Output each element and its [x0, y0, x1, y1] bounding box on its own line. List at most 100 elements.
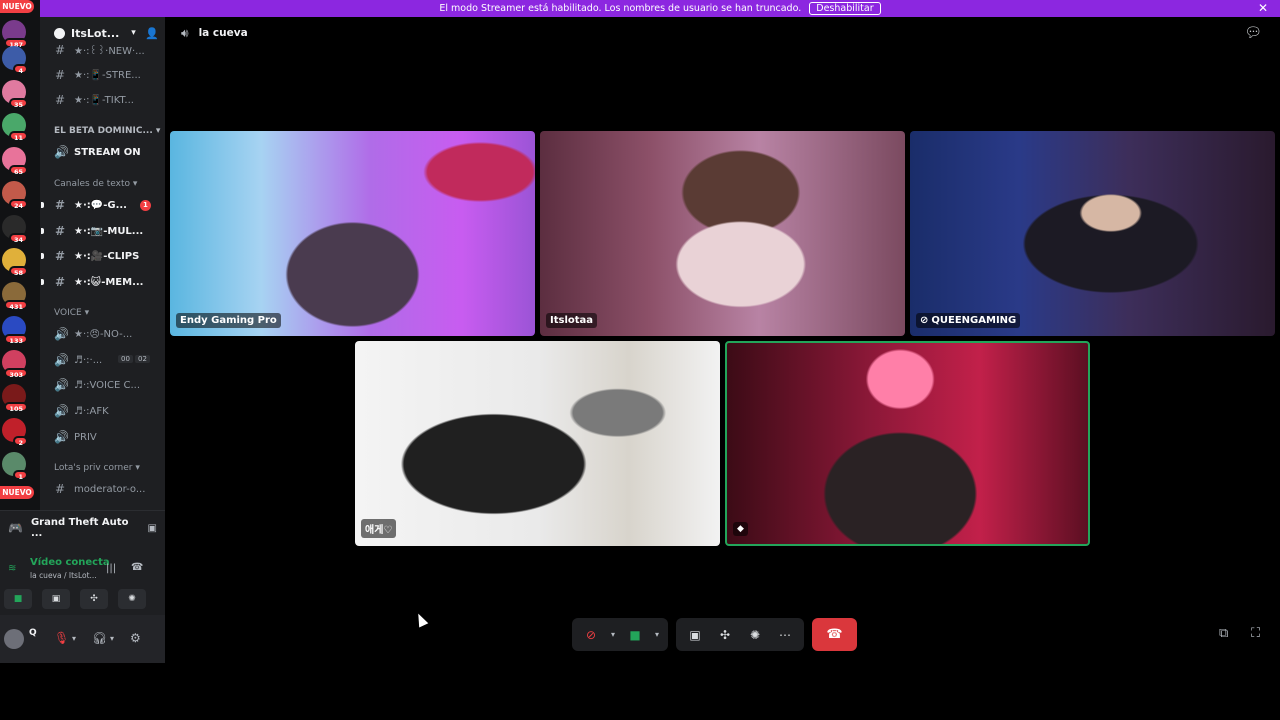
server-icon[interactable]: 133 — [2, 316, 28, 345]
channel-label: ★·:📷-MUL... — [74, 225, 144, 237]
channel-item[interactable]: # ★·:😺-MEM... — [41, 271, 143, 293]
mic-muted-icon[interactable]: ⊘ — [578, 622, 604, 648]
hash-icon: # — [54, 198, 66, 212]
speaker-icon: 🔊 — [54, 327, 69, 341]
server-icon[interactable]: 58 — [2, 248, 28, 277]
channel-item[interactable]: # ★·:📱-STRE... — [54, 64, 141, 86]
soundboard-button[interactable]: ✺ — [118, 589, 146, 609]
channel-item[interactable]: # ★·:꒰꒱·NEW·... — [54, 39, 145, 61]
activities-icon[interactable]: ✣ — [712, 622, 738, 648]
mention-badge: 1 — [13, 470, 28, 481]
camera-icon: ■ — [13, 594, 23, 604]
channel-item[interactable]: # moderator-o... — [54, 478, 145, 500]
more-options-icon[interactable]: ⋯ — [772, 622, 798, 648]
category-voice[interactable]: VOICE ▾ — [54, 308, 89, 318]
mention-badge: 24 — [8, 199, 28, 210]
camera-button[interactable]: ■ — [4, 589, 32, 609]
channel-stream-on[interactable]: 🔊 STREAM ON — [54, 141, 141, 163]
hang-up-icon: ☎ — [826, 627, 843, 642]
chevron-down-icon[interactable]: ▾ — [110, 634, 114, 643]
category-priv-corner[interactable]: Lota's priv corner ▾ — [54, 463, 140, 473]
voice-channel-item[interactable]: 🔊 ♬·:·... — [54, 349, 102, 371]
noise-suppression-icon[interactable]: ||| — [106, 563, 116, 574]
video-tile[interactable]: 애게♡ — [355, 341, 720, 546]
hash-icon: # — [54, 482, 66, 496]
avatar[interactable] — [4, 629, 24, 649]
voice-location[interactable]: la cueva / ItsLot... — [30, 571, 97, 580]
mouse-cursor — [413, 611, 429, 628]
voice-channel-item[interactable]: 🔊 ♬·:AFK — [54, 400, 109, 422]
new-badge-top[interactable]: NUEVO — [0, 0, 34, 13]
video-tile[interactable]: Endy Gaming Pro — [170, 131, 535, 336]
fullscreen-icon[interactable]: ⛶ — [1251, 626, 1260, 641]
signal-icon[interactable]: ≋ — [8, 563, 16, 574]
channel-item[interactable]: # ★·:📷-MUL... — [41, 220, 144, 242]
channel-label: ♬·:·... — [74, 354, 103, 366]
participant-label: ⊘ QUEENGAMING — [916, 313, 1021, 328]
screen-share-button[interactable]: ▣ — [42, 589, 70, 609]
server-icon[interactable]: 11 — [2, 113, 28, 142]
server-rail: NUEVO 187 4 35 11 65 24 34 58 431 133 303 105 2 1 NUE… — [0, 0, 40, 510]
video-tile[interactable]: Itslotaa — [540, 131, 905, 336]
sidebar-spacer — [0, 663, 165, 720]
camera-icon[interactable]: ■ — [622, 622, 648, 648]
category-beta[interactable]: EL BETA DOMINIC... ▾ — [54, 126, 160, 136]
pop-out-icon[interactable]: ⧉ — [1219, 626, 1228, 641]
voice-connection-panel: ≋ Vídeo conecta la cueva / ItsLot... |||… — [0, 545, 165, 615]
server-icon[interactable]: 303 — [2, 350, 28, 379]
video-tile-speaking[interactable]: ◆ — [725, 341, 1090, 546]
server-icon[interactable]: 431 — [2, 282, 28, 311]
server-icon[interactable]: 2 — [2, 418, 28, 447]
server-icon[interactable]: 65 — [2, 147, 28, 176]
activities-button[interactable]: ✣ — [80, 589, 108, 609]
video-tile[interactable]: ⊘ QUEENGAMING — [910, 131, 1275, 336]
hash-icon: # — [54, 249, 66, 263]
server-icon[interactable]: 35 — [2, 80, 28, 109]
chevron-down-icon[interactable]: ▾ — [72, 634, 76, 643]
disconnect-icon[interactable]: ☎ — [131, 562, 143, 573]
activity-panel[interactable]: 🎮 Grand Theft Auto ... ▣ — [0, 510, 165, 545]
voice-channel-item[interactable]: 🔊 ♬·:VOICE C... — [54, 374, 140, 396]
hash-icon: # — [54, 43, 66, 57]
server-icon[interactable]: 34 — [2, 215, 28, 244]
participant-name: QUEENGAMING — [931, 315, 1017, 326]
voice-channel-item[interactable]: 🔊 PRIV — [54, 426, 97, 448]
server-icon[interactable]: 4 — [2, 46, 28, 75]
category-text-channels[interactable]: Canales de texto ▾ — [54, 179, 137, 189]
chevron-down-icon[interactable]: ▾ — [652, 630, 662, 639]
voice-status[interactable]: Vídeo conecta — [30, 557, 110, 568]
chat-bubble-icon[interactable]: 💬︎ — [1244, 25, 1262, 41]
channel-header: 🔊︎ la cueva 💬︎ — [165, 17, 1280, 49]
screen-share-icon[interactable]: ▣ — [682, 622, 708, 648]
channel-item[interactable]: # ★·:🎥-CLIPS — [41, 245, 139, 267]
server-icon[interactable]: 105 — [2, 384, 28, 413]
voice-channel-item[interactable]: 🔊 ★·:😠-NO-... — [54, 323, 132, 345]
channel-item[interactable]: # ★·:💬-G... 1 — [41, 194, 151, 216]
invite-icon[interactable]: 👤 — [145, 27, 159, 40]
soundboard-icon: ✺ — [128, 594, 136, 604]
server-icon[interactable]: 1 — [2, 452, 28, 481]
mention-badge: 431 — [4, 300, 28, 311]
mention-badge: 35 — [8, 98, 28, 109]
chevron-down-icon[interactable]: ▾ — [608, 630, 618, 639]
leave-call-button[interactable]: ☎ — [812, 618, 857, 651]
channel-label: ★·:💬-G... — [74, 199, 127, 211]
headphones-icon[interactable]: 🎧︎ — [92, 631, 107, 645]
voice-user-count: 00 — [118, 355, 133, 363]
soundboard-icon[interactable]: ✺ — [742, 622, 768, 648]
channel-item[interactable]: # ★·:📱-TIKT... — [54, 89, 134, 111]
user-name[interactable]: Q — [29, 628, 37, 638]
new-badge-bottom[interactable]: NUEVO — [0, 486, 34, 499]
streamer-mode-banner: El modo Streamer está habilitado. Los no… — [40, 0, 1280, 17]
channel-label: PRIV — [74, 431, 97, 443]
hash-icon: # — [54, 68, 66, 82]
server-icon[interactable]: 187 — [2, 20, 28, 49]
gear-icon[interactable]: ⚙ — [130, 631, 141, 645]
close-icon[interactable]: ✕ — [1258, 1, 1268, 15]
mic-muted-icon[interactable]: 🎙︎ — [54, 631, 69, 645]
screen-share-icon[interactable]: ▣ — [148, 523, 157, 534]
voice-user-limit: 02 — [135, 355, 150, 363]
server-icon[interactable]: 24 — [2, 181, 28, 210]
channel-label: STREAM ON — [74, 146, 141, 158]
disable-streamer-mode-button[interactable]: Deshabilitar — [809, 2, 881, 15]
